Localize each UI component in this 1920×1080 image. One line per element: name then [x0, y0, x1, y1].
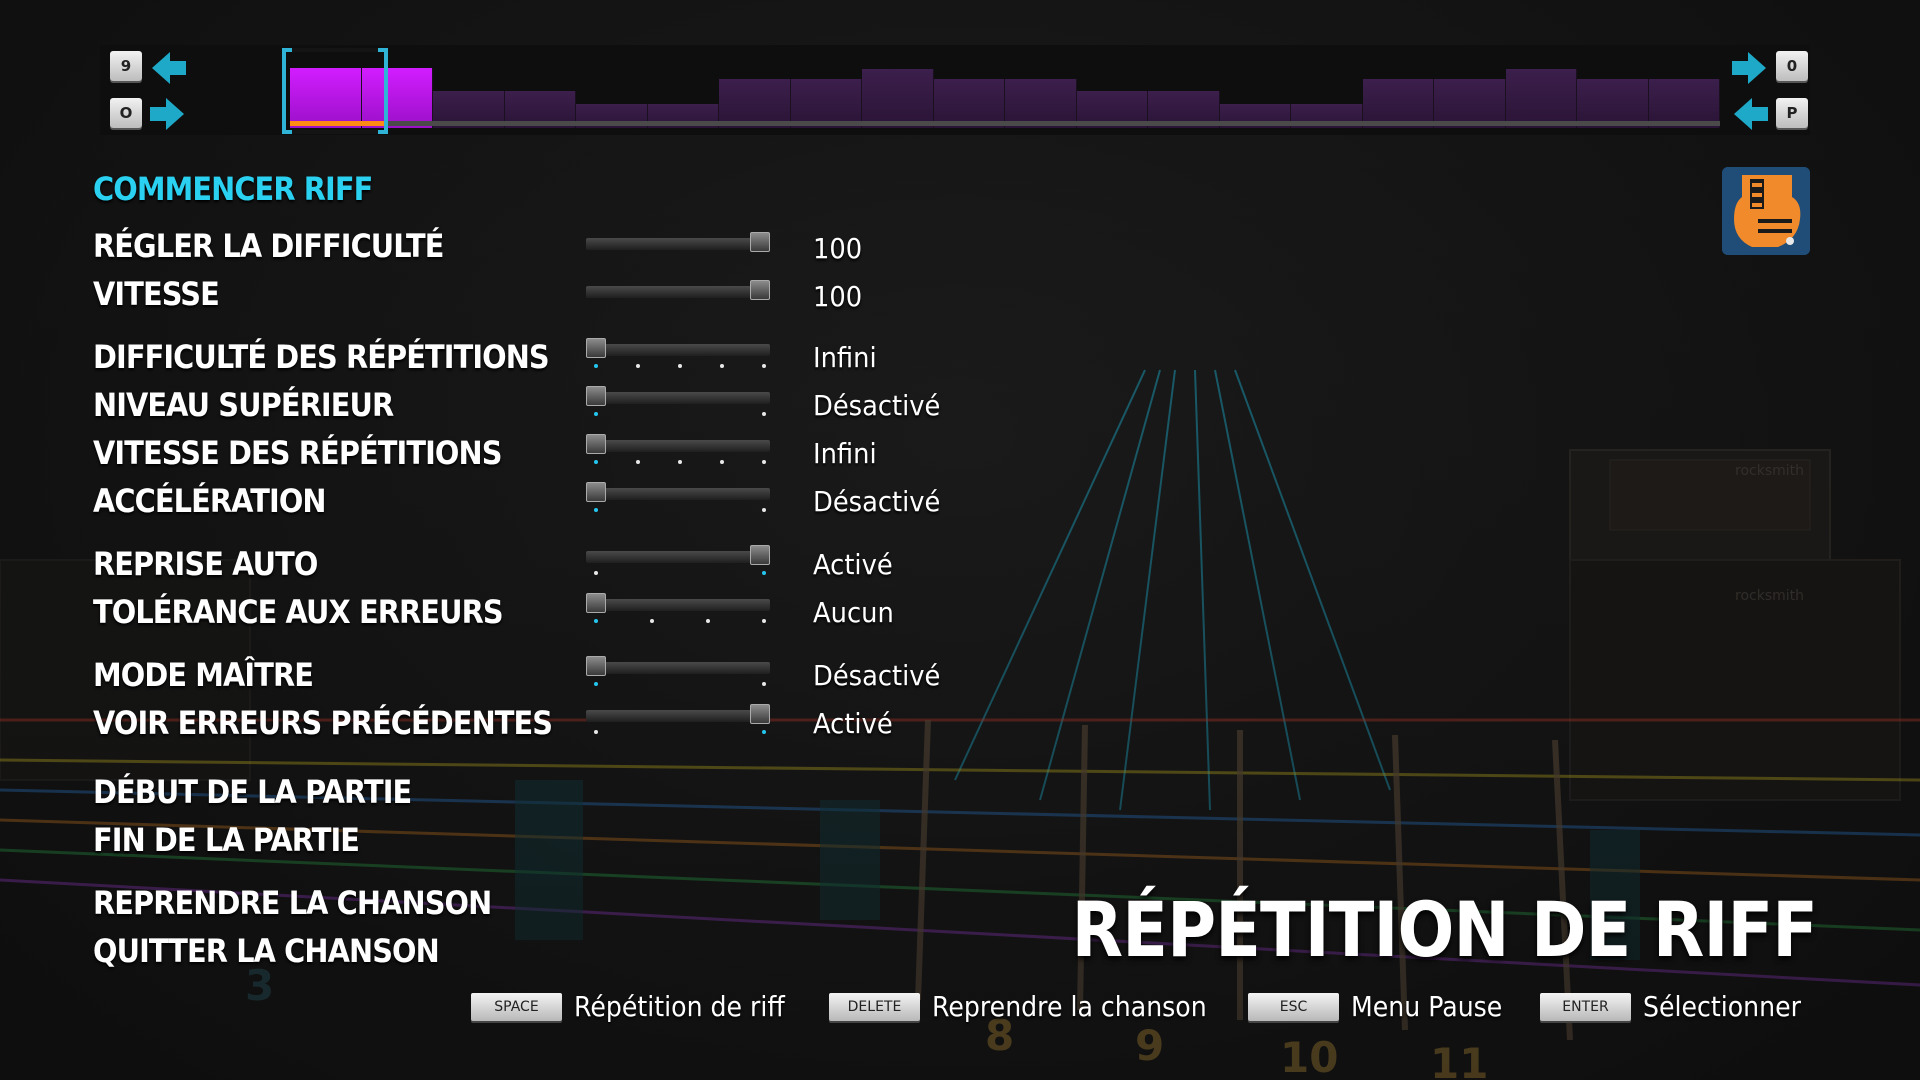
slider-knob[interactable]	[586, 593, 606, 613]
slider-tick	[678, 364, 682, 368]
slider-knob[interactable]	[750, 545, 770, 565]
level-up-toggle[interactable]	[586, 386, 770, 416]
delete-key-cap[interactable]: DELETE	[829, 992, 920, 1021]
hint-enter-label: Sélectionner	[1643, 990, 1801, 1023]
riff-repeater-screen: rocksmith rocksmith	[0, 0, 1920, 1080]
slider-tick	[594, 508, 598, 512]
menu-error-tolerance[interactable]: TOLÉRANCE AUX ERREURS	[93, 593, 504, 631]
menu-resume-song[interactable]: REPRENDRE LA CHANSON	[93, 884, 492, 922]
menu-set-difficulty[interactable]: RÉGLER LA DIFFICULTÉ	[93, 227, 444, 265]
menu-section-start[interactable]: DÉBUT DE LA PARTIE	[93, 773, 412, 811]
hint-delete[interactable]: DELETE Reprendre la chanson	[829, 990, 1237, 1023]
section-segment[interactable]	[862, 69, 934, 128]
repetition-speed-value: Infini	[813, 437, 877, 470]
enter-key-cap[interactable]: ENTER	[1540, 992, 1631, 1021]
slider-knob[interactable]	[750, 280, 770, 300]
slider-tick	[762, 508, 766, 512]
slider-tick	[594, 412, 598, 416]
slider-tick	[594, 730, 598, 734]
slider-tick	[594, 364, 598, 368]
level-up-value: Désactivé	[813, 389, 941, 422]
repetition-difficulty-slider[interactable]	[586, 338, 770, 368]
menu-repetition-speed[interactable]: VITESSE DES RÉPÉTITIONS	[93, 434, 502, 472]
hint-esc-label: Menu Pause	[1351, 990, 1503, 1023]
menu-level-up[interactable]: NIVEAU SUPÉRIEUR	[93, 386, 394, 424]
screen-title: RÉPÉTITION DE RIFF	[1071, 885, 1818, 974]
arrow-left-icon[interactable]	[1730, 94, 1770, 134]
hint-esc[interactable]: ESC Menu Pause	[1248, 990, 1519, 1023]
slider-tick	[678, 460, 682, 464]
esc-key-cap[interactable]: ESC	[1248, 992, 1339, 1021]
arrow-right-icon[interactable]	[1730, 48, 1770, 88]
difficulty-slider[interactable]	[586, 232, 770, 252]
hint-enter[interactable]: ENTER Sélectionner	[1540, 990, 1819, 1023]
slider-tick	[762, 682, 766, 686]
auto-restart-value: Activé	[813, 548, 893, 581]
arrow-left-icon[interactable]	[148, 48, 188, 88]
speed-slider[interactable]	[586, 280, 770, 300]
slider-knob[interactable]	[586, 338, 606, 358]
acceleration-toggle[interactable]	[586, 482, 770, 512]
slider-knob[interactable]	[586, 386, 606, 406]
speed-value: 100	[813, 280, 863, 313]
auto-restart-toggle[interactable]	[586, 545, 770, 575]
menu-show-previous-errors[interactable]: VOIR ERREURS PRÉCÉDENTES	[93, 704, 553, 742]
menu-start-riff[interactable]: COMMENCER RIFF	[93, 170, 373, 208]
repetition-speed-slider[interactable]	[586, 434, 770, 464]
slider-tick	[762, 412, 766, 416]
repetition-difficulty-value: Infini	[813, 341, 877, 374]
hint-space-label: Répétition de riff	[574, 990, 785, 1023]
slider-tick	[720, 460, 724, 464]
menu-section-end[interactable]: FIN DE LA PARTIE	[93, 821, 360, 859]
menu-repetition-difficulty[interactable]: DIFFICULTÉ DES RÉPÉTITIONS	[93, 338, 550, 376]
menu-quit-song[interactable]: QUITTER LA CHANSON	[93, 932, 440, 970]
key-o-cap[interactable]: O	[110, 98, 142, 128]
slider-tick	[636, 364, 640, 368]
timeline-track	[290, 121, 1720, 126]
slider-knob[interactable]	[586, 434, 606, 454]
section-segment[interactable]	[1505, 69, 1577, 128]
section-segments[interactable]	[290, 58, 1720, 128]
slider-tick	[594, 571, 598, 575]
error-tolerance-slider[interactable]	[586, 593, 770, 623]
menu-speed[interactable]: VITESSE	[93, 275, 220, 313]
slider-tick	[762, 730, 766, 734]
slider-knob[interactable]	[750, 704, 770, 724]
slider-tick	[636, 460, 640, 464]
slider-tick	[720, 364, 724, 368]
key-p-cap[interactable]: P	[1776, 98, 1808, 128]
slider-tick	[706, 619, 710, 623]
slider-tick	[594, 619, 598, 623]
master-mode-toggle[interactable]	[586, 656, 770, 686]
hint-space[interactable]: SPACE Répétition de riff	[471, 990, 808, 1023]
difficulty-value: 100	[813, 232, 863, 265]
selection-bracket[interactable]	[282, 48, 388, 134]
arrow-right-icon[interactable]	[148, 94, 188, 134]
space-key-cap[interactable]: SPACE	[471, 992, 562, 1021]
slider-tick	[762, 619, 766, 623]
show-previous-errors-toggle[interactable]	[586, 704, 770, 734]
slider-tick	[762, 571, 766, 575]
menu-master-mode[interactable]: MODE MAÎTRE	[93, 656, 314, 694]
slider-knob[interactable]	[586, 656, 606, 676]
guitar-icon	[1722, 167, 1810, 255]
slider-tick	[762, 460, 766, 464]
hint-delete-label: Reprendre la chanson	[932, 990, 1207, 1023]
menu-auto-restart[interactable]: REPRISE AUTO	[93, 545, 318, 583]
slider-knob[interactable]	[586, 482, 606, 502]
menu-acceleration[interactable]: ACCÉLÉRATION	[93, 482, 327, 520]
slider-tick	[762, 364, 766, 368]
key-9-cap[interactable]: 9	[110, 51, 142, 81]
slider-tick	[594, 460, 598, 464]
slider-tick	[650, 619, 654, 623]
acceleration-value: Désactivé	[813, 485, 941, 518]
slider-tick	[594, 682, 598, 686]
error-tolerance-value: Aucun	[813, 596, 894, 629]
slider-knob[interactable]	[750, 232, 770, 252]
master-mode-value: Désactivé	[813, 659, 941, 692]
show-previous-errors-value: Activé	[813, 707, 893, 740]
key-0-cap[interactable]: 0	[1776, 51, 1808, 81]
